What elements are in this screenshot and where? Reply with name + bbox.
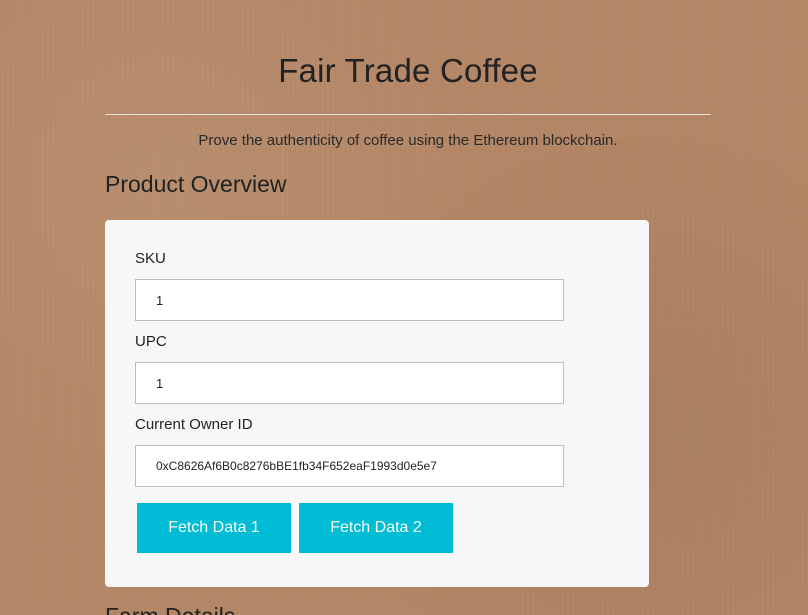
upc-label: UPC xyxy=(135,333,167,350)
title-divider xyxy=(105,114,711,115)
fetch-data-2-button[interactable]: Fetch Data 2 xyxy=(299,503,453,553)
page-subtitle: Prove the authenticity of coffee using t… xyxy=(198,132,618,149)
product-overview-card: SKU UPC Current Owner ID Fetch Data 1 Fe… xyxy=(105,220,649,587)
page-title: Fair Trade Coffee xyxy=(278,52,538,89)
owner-id-label: Current Owner ID xyxy=(135,416,253,433)
sku-input[interactable] xyxy=(135,279,564,321)
fetch-data-1-button[interactable]: Fetch Data 1 xyxy=(137,503,291,553)
upc-input[interactable] xyxy=(135,362,564,404)
sku-label: SKU xyxy=(135,250,166,267)
product-overview-heading: Product Overview xyxy=(105,171,287,197)
owner-id-input[interactable] xyxy=(135,445,564,487)
farm-details-heading: Farm Details xyxy=(105,603,235,615)
